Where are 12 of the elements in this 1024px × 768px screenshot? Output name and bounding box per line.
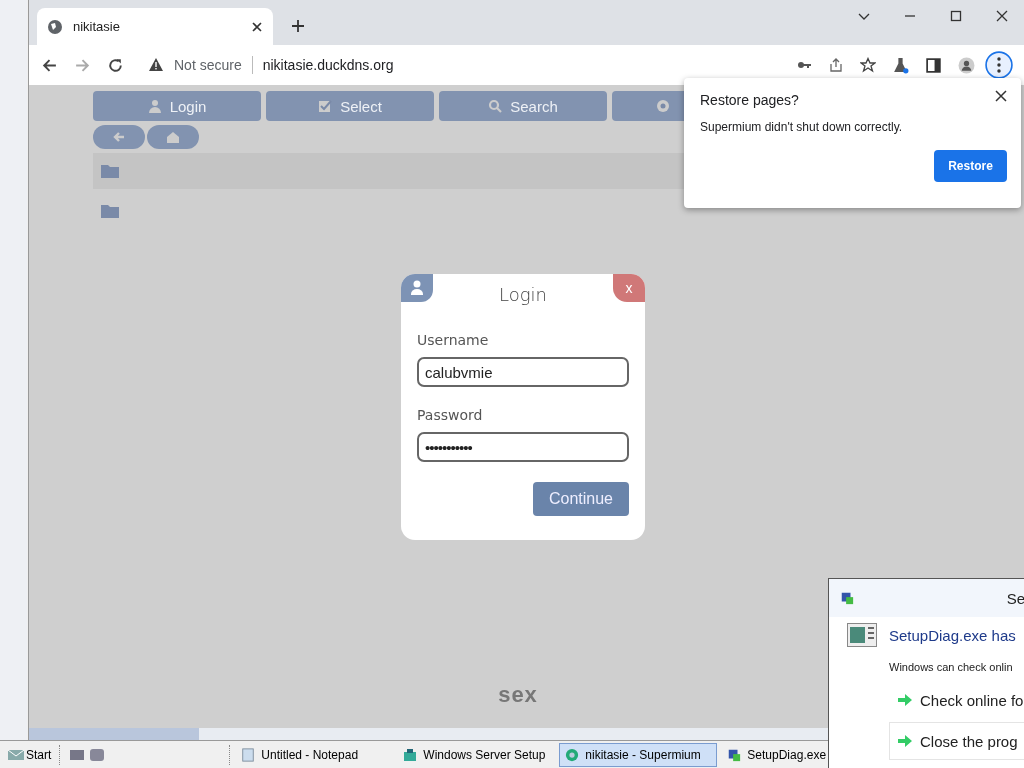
dialog-message: Windows can check onlin <box>889 661 1014 673</box>
popup-title: Restore pages? <box>700 92 799 108</box>
url-text: nikitasie.duckdns.org <box>262 57 394 73</box>
window-title: Se <box>1006 589 1024 607</box>
field-label: Password <box>417 407 484 423</box>
footer-text: sex <box>498 682 538 708</box>
field-label: Username <box>417 332 490 348</box>
security-label: Not secure <box>174 57 242 73</box>
dialog-heading: SetupDiag.exe has <box>889 626 1016 644</box>
tab-title: nikitasie <box>73 19 121 34</box>
popup-message: Supermium didn't shut down correctly. <box>700 120 904 134</box>
dialog-title: Login <box>498 283 548 305</box>
